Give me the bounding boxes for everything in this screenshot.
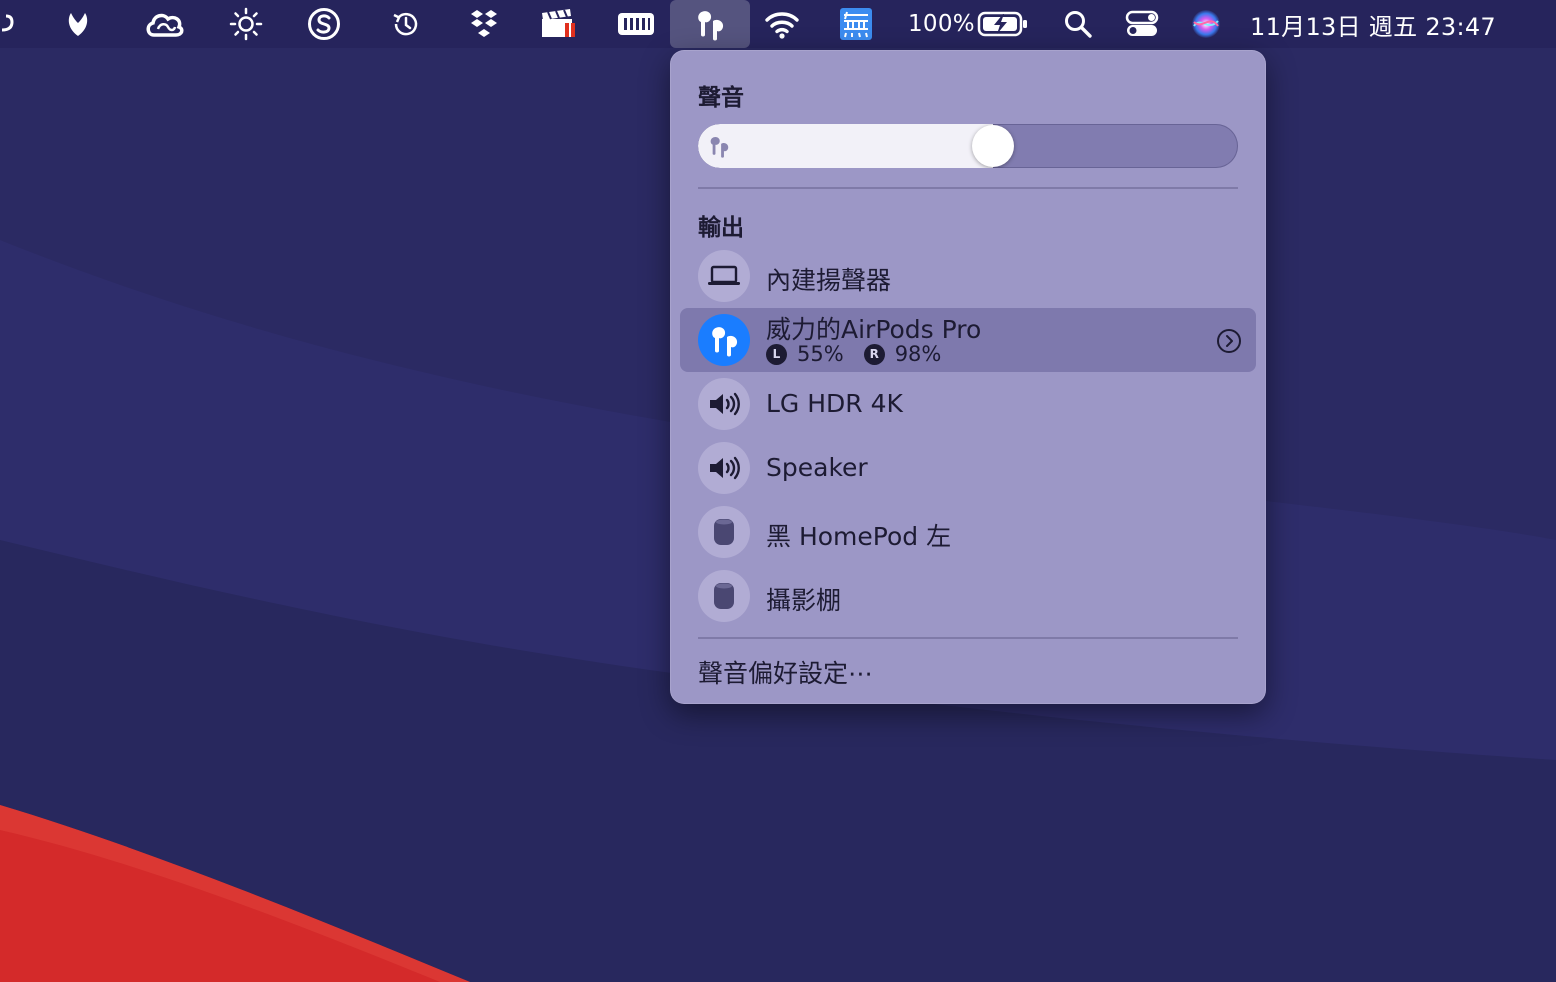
partial-app-icon[interactable] [0,0,18,48]
dropbox-icon[interactable] [464,0,504,48]
siri-icon[interactable] [1186,0,1226,48]
speaker-icon [710,392,740,416]
sound-menu-extra[interactable] [670,0,750,48]
output-device-builtin-speakers[interactable]: 內建揚聲器 [680,244,1256,308]
right-bud-battery: 98% [894,342,942,366]
sound-preferences-link[interactable]: 聲音偏好設定⋯ [698,654,873,690]
battery-percentage[interactable]: 100% [908,0,975,48]
brightness-icon[interactable] [226,0,266,48]
creative-cloud-icon[interactable] [142,0,188,48]
device-icon-circle [698,442,750,494]
output-device-airpods-pro[interactable]: 威力的AirPods Pro L 55% R 98% [680,308,1256,372]
device-icon-circle [698,570,750,622]
device-name: 威力的AirPods Pro [766,315,982,344]
device-icon-circle [698,250,750,302]
left-bud-battery: 55% [797,342,844,366]
device-name: LG HDR 4K [766,389,903,418]
device-name: 黑 HomePod 左 [766,522,952,551]
leaf-icon[interactable] [58,0,98,48]
airpods-icon [712,327,738,357]
menu-clock[interactable]: 11月13日 週五 23:47 [1250,0,1540,48]
spotlight-search-icon[interactable] [1058,0,1098,48]
device-icon-circle [698,314,750,366]
homepod-icon [714,583,734,609]
laptop-icon [708,265,740,285]
device-icon-circle [698,506,750,558]
right-bud-badge: R [863,343,885,365]
battery-percent-text: 100% [908,11,975,37]
s-circle-app-icon[interactable] [304,0,344,48]
control-center-icon[interactable] [1122,0,1162,48]
output-device-homepod-left[interactable]: 黑 HomePod 左 [680,500,1256,564]
airpods-battery-status: L 55% R 98% [766,342,941,366]
volume-slider-fill [698,124,993,168]
clapperboard-icon[interactable] [536,0,580,48]
divider [698,187,1238,189]
sound-menu-panel: 聲音 輸出 內建揚聲器 威力的AirPods Pro L 55% R 98% L… [670,50,1266,704]
device-name: 內建揚聲器 [766,266,892,295]
input-method-icon[interactable] [836,0,876,48]
memory-chip-icon[interactable] [614,0,658,48]
divider [698,637,1238,639]
volume-slider[interactable] [698,124,1238,168]
output-device-studio[interactable]: 攝影棚 [680,564,1256,628]
device-name: Speaker [766,453,868,482]
clock-text: 11月13日 週五 23:47 [1250,12,1496,41]
output-heading: 輸出 [698,215,744,241]
chevron-right-circle-icon[interactable] [1216,328,1242,354]
device-name: 攝影棚 [766,586,842,615]
time-machine-icon[interactable] [386,0,426,48]
airpods-icon [698,11,724,41]
output-device-lg-hdr-4k[interactable]: LG HDR 4K [680,372,1256,436]
homepod-icon [714,519,734,545]
wifi-icon[interactable] [762,0,802,48]
device-icon-circle [698,378,750,430]
left-bud-badge: L [766,343,787,365]
output-device-speaker[interactable]: Speaker [680,436,1256,500]
battery-charging-icon[interactable] [976,0,1030,48]
speaker-icon [710,456,740,480]
menu-bar: 100% 11月13日 週五 23:47 [0,0,1556,48]
sound-title: 聲音 [698,85,744,111]
airpods-icon [708,134,730,162]
volume-slider-knob[interactable] [972,125,1014,167]
